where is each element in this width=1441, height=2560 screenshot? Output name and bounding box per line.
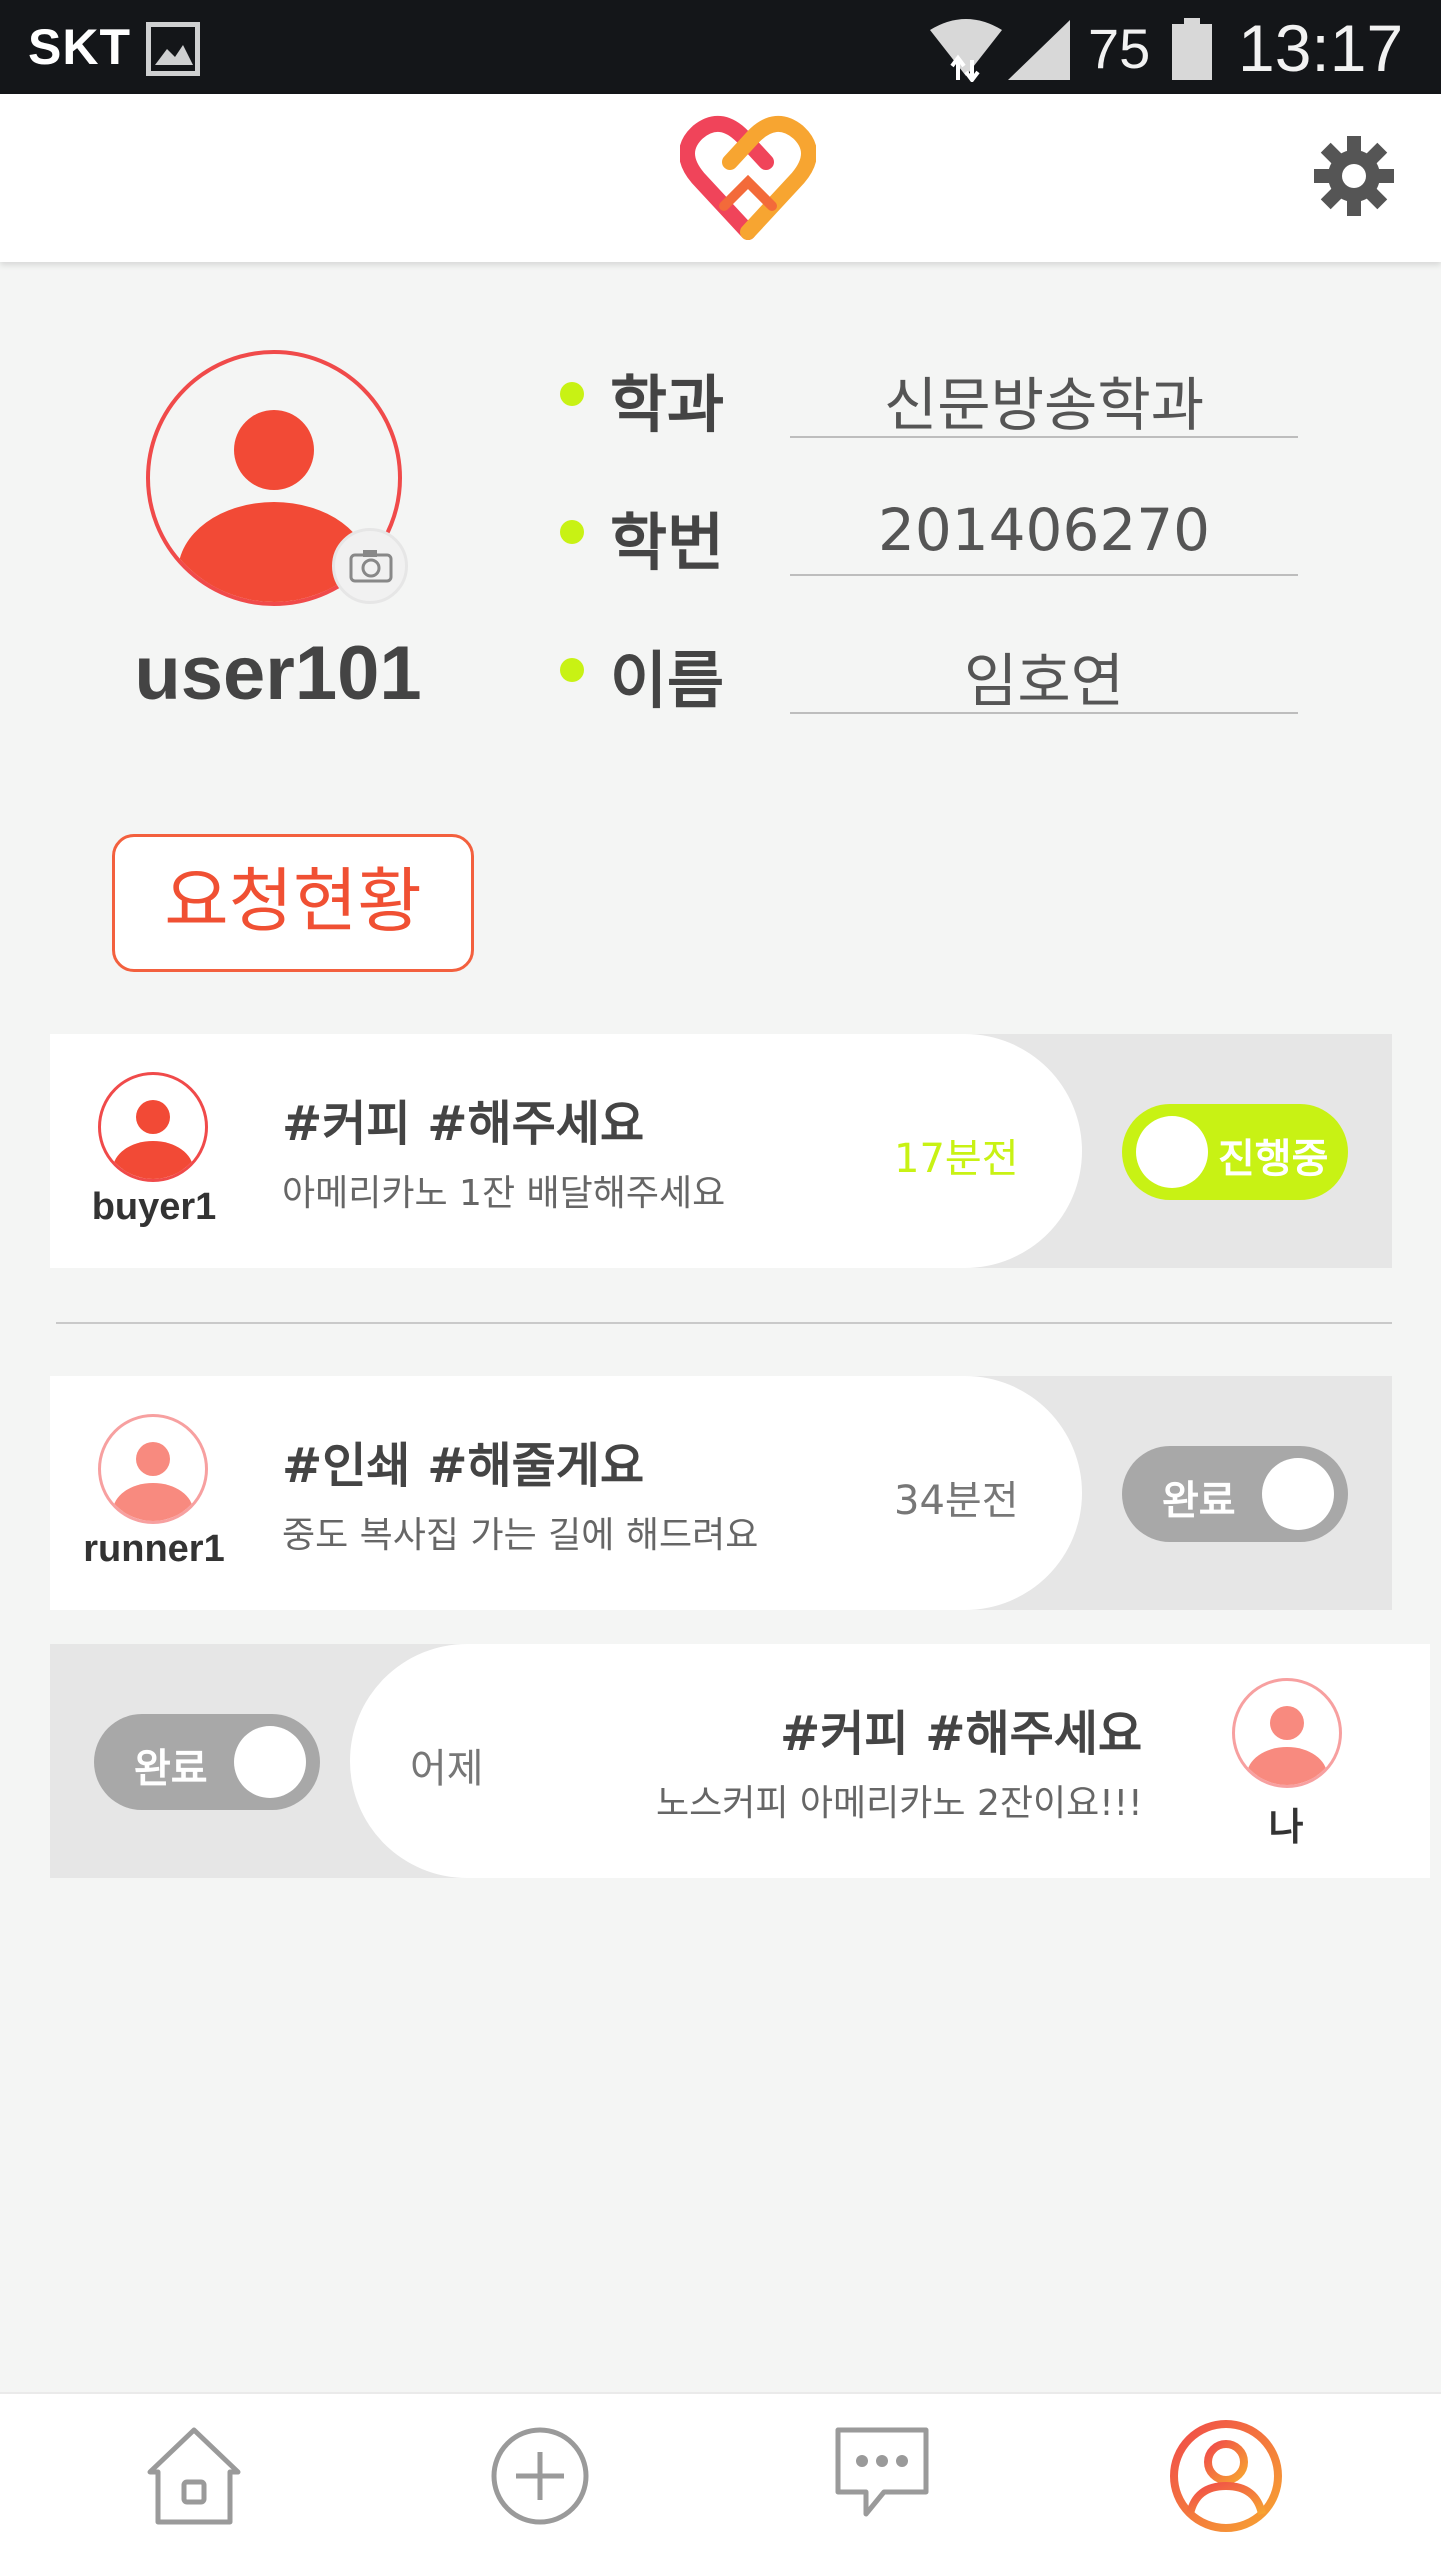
info-row-student-id: 학번 201406270 bbox=[556, 482, 1306, 582]
underline bbox=[790, 436, 1298, 438]
card-description: 중도 복사집 가는 길에 해드려요 bbox=[282, 1515, 759, 1556]
status-label: 완료 bbox=[134, 1746, 208, 1792]
profile-icon bbox=[1170, 2420, 1282, 2532]
name-value: 임호연 bbox=[963, 647, 1125, 715]
student-id-label: 학번 bbox=[610, 506, 725, 579]
underline bbox=[790, 712, 1298, 714]
nav-home[interactable] bbox=[134, 2416, 254, 2536]
card-description: 노스커피 아메리카노 2잔이요!!! bbox=[656, 1783, 1143, 1824]
battery-percent: 75 bbox=[1088, 17, 1151, 80]
department-label: 학과 bbox=[610, 368, 725, 441]
bullet-dot bbox=[560, 520, 584, 544]
clock: 13:17 bbox=[1238, 11, 1404, 85]
bottom-nav bbox=[0, 2392, 1441, 2560]
toggle-knob bbox=[234, 1726, 306, 1798]
card-tags: #커피 #해주세요 bbox=[282, 1096, 645, 1152]
card-username: runner1 bbox=[83, 1528, 225, 1570]
nav-profile[interactable] bbox=[1166, 2416, 1286, 2536]
card-description: 아메리카노 1잔 배달해주세요 bbox=[282, 1173, 726, 1214]
status-bar: SKT 75 13:17 bbox=[0, 0, 1441, 94]
add-icon bbox=[491, 2427, 589, 2525]
heart-logo-icon[interactable] bbox=[680, 112, 816, 242]
card-tags: #인쇄 #해줄게요 bbox=[282, 1438, 645, 1494]
battery-icon bbox=[1172, 18, 1212, 80]
name-label: 이름 bbox=[610, 644, 725, 717]
wifi-icon bbox=[930, 19, 1002, 82]
user-avatar bbox=[98, 1414, 208, 1524]
student-id-value: 201406270 bbox=[877, 496, 1211, 564]
status-toggle[interactable]: 진행중 bbox=[1122, 1104, 1348, 1200]
underline bbox=[790, 574, 1298, 576]
app-header bbox=[0, 94, 1441, 262]
home-icon bbox=[147, 2427, 241, 2525]
user-avatar bbox=[1232, 1678, 1342, 1788]
username: user101 bbox=[134, 631, 422, 716]
card-time: 34분전 bbox=[894, 1478, 1019, 1524]
department-value: 신문방송학과 bbox=[883, 371, 1205, 439]
request-card[interactable]: 완료 어제 #커피 #해주세요 노스커피 아메리카노 2잔이요!!! 나 bbox=[50, 1644, 1430, 1878]
info-row-department: 학과 신문방송학과 bbox=[556, 344, 1306, 444]
camera-icon[interactable] bbox=[332, 528, 408, 604]
request-card[interactable]: buyer1 #커피 #해주세요 아메리카노 1잔 배달해주세요 17분전 진행… bbox=[50, 1034, 1392, 1268]
request-card[interactable]: runner1 #인쇄 #해줄게요 중도 복사집 가는 길에 해드려요 34분전… bbox=[50, 1376, 1392, 1610]
status-label: 진행중 bbox=[1218, 1136, 1329, 1182]
status-toggle[interactable]: 완료 bbox=[1122, 1446, 1348, 1542]
toggle-knob bbox=[1136, 1116, 1208, 1188]
carrier-label: SKT bbox=[28, 19, 131, 75]
chat-icon bbox=[835, 2427, 929, 2517]
card-tags: #커피 #해주세요 bbox=[780, 1706, 1143, 1762]
card-username: buyer1 bbox=[91, 1186, 217, 1228]
gallery-icon bbox=[146, 22, 200, 76]
card-username: 나 bbox=[1268, 1807, 1304, 1849]
card-time: 17분전 bbox=[894, 1136, 1019, 1182]
gear-icon[interactable] bbox=[1314, 136, 1394, 216]
nav-add[interactable] bbox=[480, 2416, 600, 2536]
bullet-dot bbox=[560, 658, 584, 682]
toggle-knob bbox=[1262, 1458, 1334, 1530]
signal-icon bbox=[1008, 20, 1070, 80]
user-avatar bbox=[98, 1072, 208, 1182]
status-toggle[interactable]: 완료 bbox=[94, 1714, 320, 1810]
info-row-name: 이름 임호연 bbox=[556, 620, 1306, 720]
status-label: 완료 bbox=[1162, 1478, 1236, 1524]
card-time: 어제 bbox=[410, 1746, 484, 1792]
divider bbox=[56, 1322, 1392, 1324]
request-status-button[interactable]: 요청현황 bbox=[112, 834, 474, 972]
bullet-dot bbox=[560, 382, 584, 406]
nav-chat[interactable] bbox=[822, 2416, 942, 2536]
